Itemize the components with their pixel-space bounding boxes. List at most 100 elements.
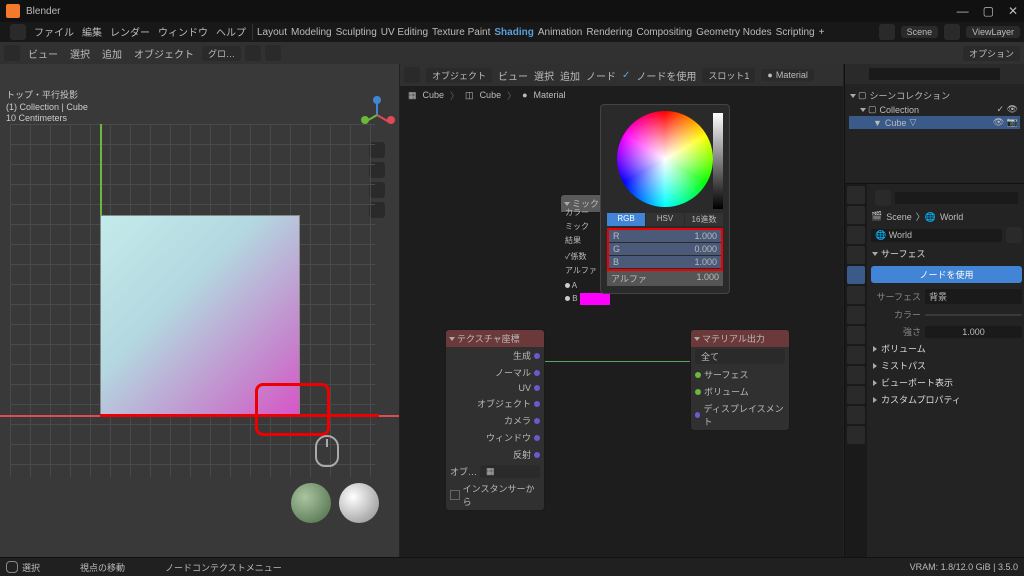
panel-viewport[interactable]: ビューポート表示 (871, 374, 1022, 391)
menu-window[interactable]: ウィンドウ (158, 24, 208, 40)
panel-custom[interactable]: カスタムプロパティ (871, 391, 1022, 408)
socket-camera[interactable]: カメラ (446, 412, 544, 429)
tree-scene-collection[interactable]: ▢ シーンコレクション (849, 88, 1020, 103)
color-picker[interactable]: RGB HSV 16進数 R1.000 G0.000 B1.000 アルファ1.… (600, 104, 730, 294)
tab-data-icon[interactable] (847, 386, 865, 404)
g-field[interactable]: G0.000 (609, 243, 721, 255)
color-wheel[interactable] (617, 111, 713, 207)
world-select[interactable]: 🌐 World (871, 229, 1002, 242)
socket-object[interactable]: オブジェクト (446, 395, 544, 412)
tab-scene-icon[interactable] (847, 246, 865, 264)
orientation-select[interactable]: グロ… (202, 46, 241, 61)
panel-surface[interactable]: サーフェス (871, 245, 1022, 262)
editor-type-icon[interactable] (404, 67, 420, 83)
hdri-sphere-1[interactable] (291, 483, 331, 523)
ws-script[interactable]: Scripting (776, 27, 815, 38)
tree-cube[interactable]: ▼ Cube ▽👁 📷 (849, 116, 1020, 129)
bc-world[interactable]: World (940, 212, 963, 222)
tb-select[interactable]: 選択 (66, 45, 94, 62)
ws-modeling[interactable]: Modeling (291, 27, 332, 38)
tab-rgb[interactable]: RGB (607, 213, 645, 226)
tab-constraint-icon[interactable] (847, 366, 865, 384)
outliner-type-icon[interactable] (849, 66, 865, 82)
bc-scene[interactable]: Scene (886, 212, 912, 222)
props-search[interactable] (895, 192, 1018, 204)
tb-add[interactable]: 追加 (98, 45, 126, 62)
shader-type[interactable]: オブジェクト (426, 68, 492, 83)
tab-material-icon[interactable] (847, 406, 865, 424)
socket-displacement[interactable]: ディスプレイスメント (691, 400, 789, 430)
socket-normal[interactable]: ノーマル (446, 364, 544, 381)
tab-render-icon[interactable] (847, 186, 865, 204)
panel-volume[interactable]: ボリューム (871, 340, 1022, 357)
node-tex-header[interactable]: テクスチャ座標 (446, 330, 544, 347)
proportional-icon[interactable] (265, 45, 281, 61)
target-select[interactable]: 全て (691, 347, 789, 366)
new-world-icon[interactable] (1006, 227, 1022, 243)
scene-select[interactable]: Scene (901, 26, 939, 38)
ws-uv[interactable]: UV Editing (381, 27, 428, 38)
node-editor[interactable]: オブジェクト ビュー 選択 追加 ノード ✓ノードを使用 スロット1 ● Mat… (400, 64, 844, 557)
r-field[interactable]: R1.000 (609, 230, 721, 242)
obj-field[interactable]: オブ…▦ (446, 463, 544, 480)
tab-hsv[interactable]: HSV (646, 213, 684, 226)
socket-window[interactable]: ウィンドウ (446, 429, 544, 446)
ws-anim[interactable]: Animation (538, 27, 582, 38)
ws-comp[interactable]: Compositing (636, 27, 692, 38)
nh-node[interactable]: ノード (586, 68, 616, 83)
tab-world-icon[interactable] (847, 266, 865, 284)
node-out-header[interactable]: マテリアル出力 (691, 330, 789, 347)
socket-volume[interactable]: ボリューム (691, 383, 789, 400)
search-icon[interactable] (875, 190, 891, 206)
node-texture-coord[interactable]: テクスチャ座標 生成 ノーマル UV オブジェクト カメラ ウィンドウ 反射 オ… (445, 329, 545, 511)
tree-collection[interactable]: ▢ Collection✓ 👁 (849, 103, 1020, 116)
scene-icon[interactable] (879, 24, 895, 40)
socket-reflection[interactable]: 反射 (446, 446, 544, 463)
socket-surface[interactable]: サーフェス (691, 366, 789, 383)
ws-render[interactable]: Rendering (586, 27, 632, 38)
socket-uv[interactable]: UV (446, 381, 544, 395)
surface-value[interactable]: 背景 (925, 289, 1022, 304)
tab-object-icon[interactable] (847, 286, 865, 304)
bc-cube2[interactable]: Cube (480, 90, 502, 100)
ws-shading[interactable]: Shading (494, 27, 533, 38)
color-value[interactable] (925, 314, 1022, 316)
option-dropdown[interactable]: オプション (963, 46, 1020, 61)
menu-edit[interactable]: 編集 (82, 24, 102, 40)
bc-material[interactable]: Material (534, 90, 566, 100)
filter-icon[interactable] (1004, 66, 1020, 82)
tab-output-icon[interactable] (847, 206, 865, 224)
tab-hex[interactable]: 16進数 (685, 213, 723, 226)
tb-view[interactable]: ビュー (24, 45, 62, 62)
b-field[interactable]: B1.000 (609, 256, 721, 268)
material-select[interactable]: ● Material (761, 69, 813, 81)
snap-icon[interactable] (245, 45, 261, 61)
viewport-3d[interactable]: トップ・平行投影 (1) Collection | Cube 10 Centim… (0, 64, 400, 557)
viewlayer-icon[interactable] (944, 24, 960, 40)
menu-help[interactable]: ヘルプ (216, 24, 246, 40)
tab-particle-icon[interactable] (847, 326, 865, 344)
slot-select[interactable]: スロット1 (702, 68, 755, 83)
ws-sculpting[interactable]: Sculpting (336, 27, 377, 38)
use-nodes-toggle[interactable]: ノードを使用 (636, 68, 696, 83)
alpha-field[interactable]: アルファ1.000 (607, 271, 723, 286)
strength-value[interactable]: 1.000 (925, 326, 1022, 338)
ws-add-icon[interactable]: + (819, 27, 825, 38)
viewlayer-select[interactable]: ViewLayer (966, 26, 1020, 38)
menu-file[interactable]: ファイル (34, 24, 74, 40)
maximize-icon[interactable]: ▢ (983, 4, 994, 18)
outliner-search[interactable] (869, 68, 1000, 80)
close-icon[interactable]: ✕ (1008, 4, 1018, 18)
tab-texture-icon[interactable] (847, 426, 865, 444)
nh-select[interactable]: 選択 (534, 68, 554, 83)
menu-render[interactable]: レンダー (110, 24, 150, 40)
ws-texpaint[interactable]: Texture Paint (432, 27, 490, 38)
bc-cube[interactable]: Cube (423, 90, 445, 100)
editor-type-icon[interactable] (4, 45, 20, 61)
instancer-check[interactable]: インスタンサーから (446, 480, 544, 510)
socket-generated[interactable]: 生成 (446, 347, 544, 364)
nh-view[interactable]: ビュー (498, 68, 528, 83)
nh-add[interactable]: 追加 (560, 68, 580, 83)
node-material-output[interactable]: マテリアル出力 全て サーフェス ボリューム ディスプレイスメント (690, 329, 790, 431)
ws-layout[interactable]: Layout (257, 27, 287, 38)
